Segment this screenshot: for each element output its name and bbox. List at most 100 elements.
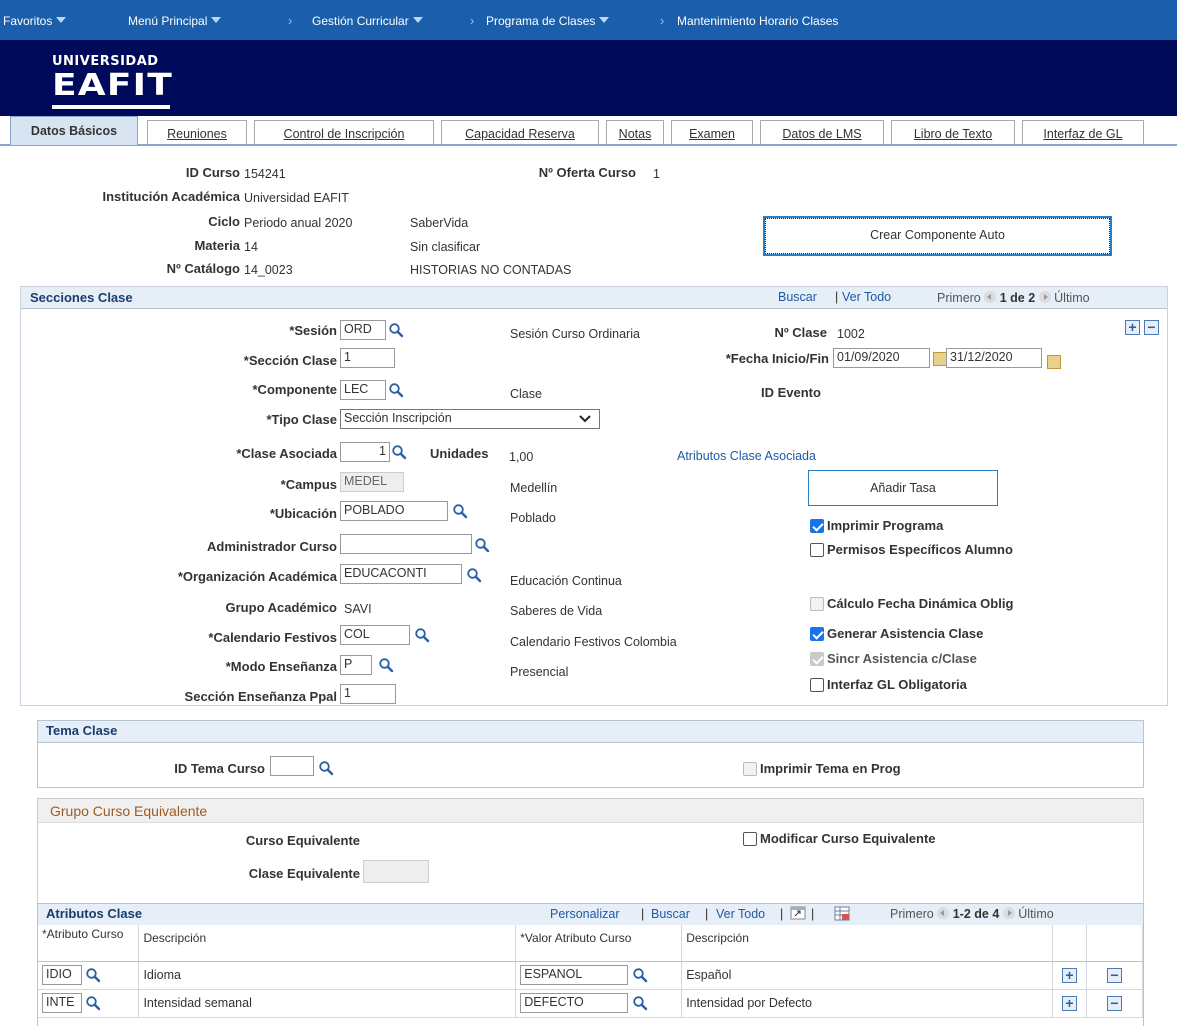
delete-row-icon[interactable]: −	[1106, 967, 1122, 983]
ultimo-label[interactable]: Último	[1054, 291, 1089, 305]
table-row: INTE Intensidad semanal DEFECTO Intensid…	[38, 989, 1144, 1018]
calendario-festivos-input[interactable]: COL	[340, 625, 410, 645]
atributos-clase-asociada-link[interactable]: Atributos Clase Asociada	[677, 449, 816, 463]
valor-input[interactable]: ESPANOL	[520, 965, 629, 985]
favoritos-menu[interactable]: Favoritos	[3, 14, 67, 28]
search-icon[interactable]	[474, 537, 490, 553]
search-icon[interactable]	[388, 382, 404, 398]
buscar-link[interactable]: Buscar	[778, 290, 817, 304]
menu-principal[interactable]: Menú Principal	[128, 14, 222, 28]
ubicacion-input[interactable]: POBLADO	[340, 501, 448, 521]
next-icon[interactable]	[1002, 907, 1015, 919]
atributos-clase-title: Atributos Clase	[46, 906, 143, 921]
primero-label[interactable]: Primero	[890, 907, 934, 921]
permisos-especificos-checkbox[interactable]	[810, 543, 824, 557]
tab-libro-texto[interactable]: Libro de Texto	[891, 120, 1015, 146]
unidades-value: 1,00	[509, 450, 534, 464]
seccion-ensenanza-input[interactable]: 1	[340, 684, 396, 704]
atributo-input[interactable]: IDIO	[42, 965, 82, 985]
descripcion-valor-cell: Español	[681, 961, 1053, 990]
buscar-link[interactable]: Buscar	[651, 907, 690, 921]
tab-interfaz-gl[interactable]: Interfaz de GL	[1022, 120, 1144, 146]
clase-asociada-input[interactable]: 1	[340, 442, 390, 462]
anadir-tasa-button[interactable]: Añadir Tasa	[808, 470, 998, 506]
download-grid-icon[interactable]	[834, 906, 850, 921]
tab-notas[interactable]: Notas	[606, 120, 664, 146]
administrador-curso-input[interactable]	[340, 534, 472, 554]
column-header-valor: *Valor Atributo Curso	[515, 925, 683, 962]
seccion-clase-input[interactable]: 1	[340, 348, 395, 368]
modo-ensenanza-label: *Modo Enseñanza	[225, 659, 337, 674]
next-icon[interactable]	[1038, 291, 1051, 303]
atributo-input[interactable]: INTE	[42, 993, 82, 1013]
link-separator: |	[811, 907, 815, 921]
id-tema-curso-input[interactable]	[270, 756, 314, 776]
university-banner: UNIVERSIDAD EAFIT	[0, 40, 1177, 116]
sesion-label: *Sesión	[289, 323, 337, 338]
tab-control-inscripcion[interactable]: Control de Inscripción	[254, 120, 434, 146]
imprimir-programa-checkbox[interactable]	[810, 519, 824, 533]
fecha-inicio-input[interactable]: 01/09/2020	[833, 348, 930, 368]
calendar-icon[interactable]	[1047, 355, 1061, 369]
personalizar-link[interactable]: Personalizar	[550, 907, 619, 921]
sesion-input[interactable]: ORD	[340, 320, 386, 340]
ver-todo-link[interactable]: Ver Todo	[842, 290, 891, 304]
breadcrumb-programa-clases[interactable]: Programa de Clases	[486, 14, 610, 28]
clase-equivalente-label: Clase Equivalente	[248, 866, 360, 881]
add-row-icon[interactable]: +	[1125, 320, 1140, 335]
interfaz-gl-checkbox[interactable]	[810, 678, 824, 692]
tema-clase-section	[37, 720, 1144, 788]
new-window-icon[interactable]	[790, 906, 806, 920]
search-icon[interactable]	[632, 995, 648, 1011]
chevron-down-icon	[412, 17, 423, 23]
ciclo-description: SaberVida	[410, 216, 469, 230]
organizacion-academica-input[interactable]: EDUCACONTI	[340, 564, 462, 584]
search-icon[interactable]	[452, 503, 468, 519]
previous-icon[interactable]	[937, 907, 950, 919]
organizacion-description: Educación Continua	[510, 574, 622, 588]
generar-asistencia-checkbox[interactable]	[810, 627, 824, 641]
delete-row-icon[interactable]: −	[1106, 995, 1122, 1011]
primero-label[interactable]: Primero	[937, 291, 981, 305]
tab-reuniones[interactable]: Reuniones	[147, 120, 247, 146]
calendar-icon[interactable]	[933, 352, 947, 366]
imprimir-tema-checkbox	[743, 762, 757, 776]
tab-examen[interactable]: Examen	[671, 120, 753, 146]
add-row-icon[interactable]: +	[1061, 967, 1077, 983]
secciones-clase-title: Secciones Clase	[30, 290, 133, 305]
oferta-curso-value: 1	[653, 167, 660, 181]
search-icon[interactable]	[632, 967, 648, 983]
breadcrumb-gestion-curricular[interactable]: Gestión Curricular	[312, 14, 423, 28]
crear-componente-auto-button[interactable]: Crear Componente Auto	[765, 218, 1110, 254]
tab-datos-lms[interactable]: Datos de LMS	[760, 120, 884, 146]
delete-row-icon[interactable]: −	[1144, 320, 1159, 335]
search-icon[interactable]	[414, 627, 430, 643]
clase-asociada-label: *Clase Asociada	[236, 446, 337, 461]
unidades-label: Unidades	[430, 446, 489, 461]
componente-input[interactable]: LEC	[340, 380, 386, 400]
search-icon[interactable]	[85, 967, 101, 983]
add-row-icon[interactable]: +	[1061, 995, 1077, 1011]
tipo-clase-selected: Sección Inscripción	[344, 411, 452, 425]
search-icon[interactable]	[391, 444, 407, 460]
generar-asistencia-label: Generar Asistencia Clase	[827, 626, 984, 641]
tab-capacidad-reserva[interactable]: Capacidad Reserva	[441, 120, 599, 146]
ver-todo-link[interactable]: Ver Todo	[716, 907, 765, 921]
valor-input[interactable]: DEFECTO	[520, 993, 629, 1013]
search-icon[interactable]	[466, 567, 482, 583]
sesion-description: Sesión Curso Ordinaria	[510, 327, 640, 341]
previous-icon[interactable]	[984, 291, 997, 303]
fecha-fin-input[interactable]: 31/12/2020	[946, 348, 1042, 368]
modificar-curso-equivalente-checkbox[interactable]	[743, 832, 757, 846]
search-icon[interactable]	[388, 322, 404, 338]
descripcion-cell: Idioma	[138, 961, 517, 990]
ultimo-label[interactable]: Último	[1018, 907, 1053, 921]
table-header-row: *Atributo Curso Descripción *Valor Atrib…	[38, 925, 1144, 962]
search-icon[interactable]	[85, 995, 101, 1011]
search-icon[interactable]	[318, 760, 334, 776]
modo-ensenanza-input[interactable]: P	[340, 655, 372, 675]
tipo-clase-select[interactable]: Sección Inscripción	[340, 409, 600, 429]
seccion-ensenanza-label: Sección Enseñanza Ppal	[184, 689, 337, 704]
search-icon[interactable]	[378, 657, 394, 673]
tab-datos-basicos[interactable]: Datos Básicos	[10, 116, 138, 146]
